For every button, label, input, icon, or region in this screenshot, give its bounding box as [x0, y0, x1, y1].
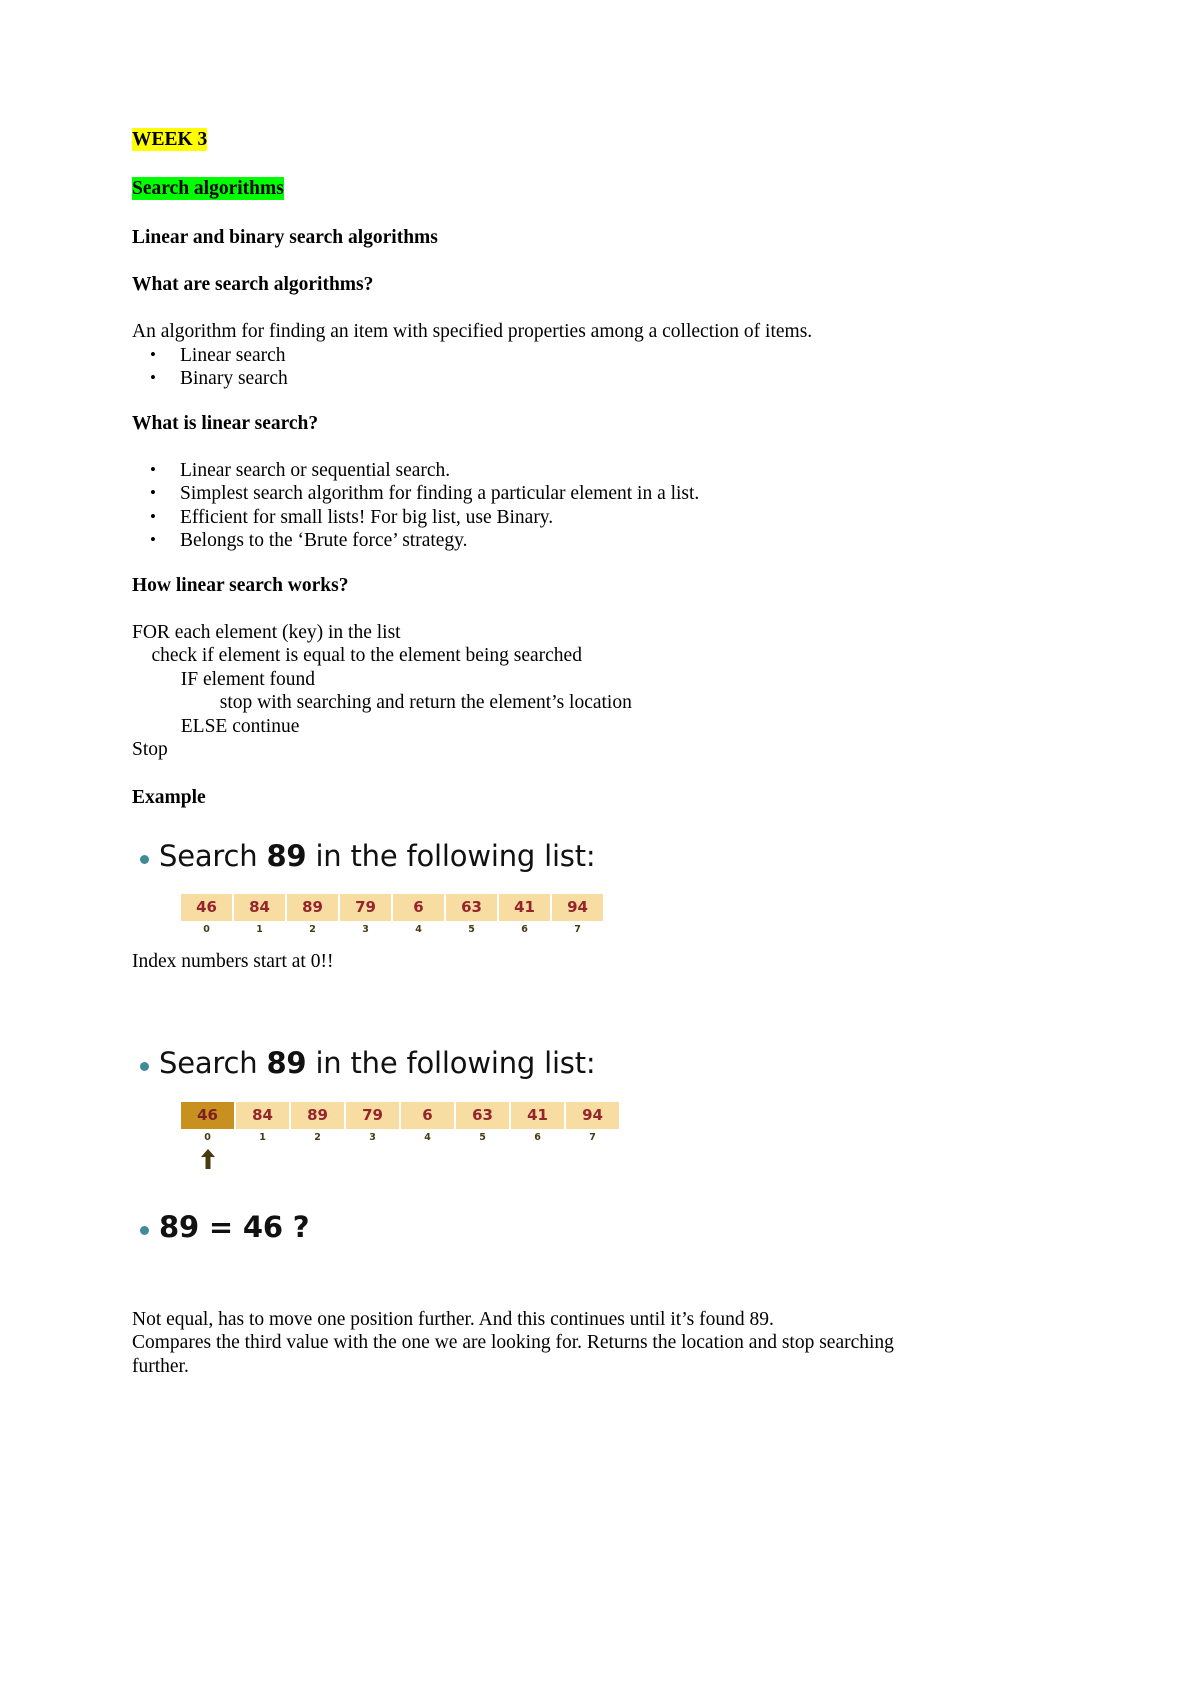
array-pointer-row-2 [181, 1146, 944, 1172]
list-item: Belongs to the ‘Brute force’ strategy. [132, 528, 944, 553]
list-item: Efficient for small lists! For big list,… [132, 505, 944, 530]
array-cell: 84 [234, 894, 285, 922]
array-index-label: 5 [479, 1131, 486, 1143]
bullet-label: Linear search or sequential search. [180, 459, 451, 481]
bullet-label: Binary search [180, 368, 288, 389]
array-cell: 63 [446, 894, 497, 922]
slide-3-comparison: 89 = 46 ? [132, 1209, 944, 1244]
array-index-label: 2 [309, 924, 316, 936]
document-body: WEEK 3 Search algorithms Linear and bina… [132, 128, 944, 1378]
array-index-label: 3 [362, 924, 369, 936]
list-item: Linear search or sequential search. [132, 458, 944, 483]
index-note: Index numbers start at 0!! [132, 951, 334, 973]
example-heading-line: Example [132, 786, 944, 809]
array-cell: 6 [393, 894, 444, 922]
list-item: Binary search [132, 366, 944, 391]
array-index-row-1: 0 1 2 3 4 5 6 7 [181, 921, 944, 938]
slide-1-title-suffix: in the following list: [306, 838, 596, 873]
linear-search-bullet-list: Linear search or sequential search. Simp… [132, 458, 944, 553]
slide-2-title-suffix: in the following list: [306, 1045, 596, 1080]
topic-heading: Search algorithms [132, 177, 284, 200]
array-visualization-1: 46 84 89 79 6 63 41 94 01234567 [181, 894, 944, 938]
list-item: Simplest search algorithm for finding a … [132, 481, 944, 506]
array-cell: 84 [236, 1101, 289, 1129]
slide-2-title-key: 89 [266, 1045, 307, 1080]
array-cell: 89 [287, 894, 338, 922]
question-3: How linear search works? [132, 574, 349, 596]
slide-2-title-prefix: Search [159, 1045, 267, 1080]
slide-image-1: Search 89 in the following list: 46 84 89 7… [132, 838, 944, 939]
slide-2-title: Search 89 in the following list: [132, 1045, 944, 1080]
question-1: What are search algorithms? [132, 274, 374, 295]
slide-image-2: Search 89 in the following list: 46 84 89 7… [132, 1045, 944, 1172]
slide-bullet-icon [140, 1061, 149, 1071]
bullet-label: Linear search [180, 344, 286, 366]
topic-heading-line: Search algorithms [132, 177, 944, 200]
slide-1-title-prefix: Search [159, 838, 267, 873]
subtitle-line: Linear and binary search algorithms [132, 226, 944, 249]
array-cell: 41 [511, 1101, 564, 1129]
slide-bullet-icon [140, 854, 149, 864]
list-item: Linear search [132, 343, 944, 368]
bullet-label: Efficient for small lists! For big list,… [180, 506, 554, 528]
array-cell: 94 [566, 1101, 619, 1129]
array-cells-row-2: 46 84 89 79 6 63 41 94 [181, 1101, 944, 1129]
subtitle: Linear and binary search algorithms [132, 227, 438, 248]
array-cell: 6 [401, 1101, 454, 1129]
question-2: What is linear search? [132, 412, 319, 434]
array-index-label: 2 [314, 1131, 321, 1143]
slide-bullet-icon [140, 1225, 149, 1235]
comparison-text: 89 = 46 ? [159, 1209, 310, 1244]
array-cell: 41 [499, 894, 550, 922]
week-heading: WEEK 3 [132, 128, 208, 151]
slide-1-title-key: 89 [266, 838, 307, 873]
array-index-label: 6 [534, 1131, 541, 1143]
week-heading-line: WEEK 3 [132, 128, 944, 151]
array-index-label: 0 [203, 924, 210, 936]
array-index-label: 7 [574, 924, 581, 936]
array-index-label: 1 [256, 924, 263, 936]
array-index-label: 7 [589, 1131, 596, 1143]
example-heading: Example [132, 786, 206, 808]
array-cell: 89 [291, 1101, 344, 1129]
slide-image-3: 89 = 46 ? [132, 1209, 944, 1244]
array-index-row-2: 0 1 2 3 4 5 6 7 [181, 1129, 944, 1146]
definition-text: An algorithm for finding an item with sp… [132, 321, 813, 342]
array-cells-row-1: 46 84 89 79 6 63 41 94 [181, 894, 944, 922]
array-cell: 46 [181, 1101, 234, 1129]
array-index-label: 4 [424, 1131, 431, 1143]
conclusion-line-2: Compares the third value with the one we… [132, 1332, 894, 1377]
question-2-line: What is linear search? [132, 412, 944, 435]
array-index-label: 5 [468, 924, 475, 936]
up-arrow-icon [200, 1148, 215, 1169]
bullet-label: Belongs to the ‘Brute force’ strategy. [180, 530, 468, 551]
array-cell: 46 [181, 894, 232, 922]
array-visualization-2: 46 84 89 79 6 63 41 94 01234567 [181, 1101, 944, 1172]
definition-bullet-list: Linear search Binary search [132, 343, 944, 391]
array-index-label: 3 [369, 1131, 376, 1143]
array-index-label: 0 [204, 1131, 211, 1143]
array-index-label: 4 [415, 924, 422, 936]
array-cell: 79 [340, 894, 391, 922]
array-cell: 63 [456, 1101, 509, 1129]
slide-1-title: Search 89 in the following list: [132, 838, 944, 873]
array-index-label: 6 [521, 924, 528, 936]
array-cell: 79 [346, 1101, 399, 1129]
question-1-line: What are search algorithms? [132, 273, 944, 296]
array-index-label: 1 [259, 1131, 266, 1143]
bullet-label: Simplest search algorithm for finding a … [180, 483, 700, 504]
array-cell: 94 [552, 894, 603, 922]
pseudocode-block: FOR each element (key) in the list check… [132, 621, 632, 761]
document-page: WEEK 3 Search algorithms Linear and bina… [0, 0, 1200, 1697]
conclusion-line-1: Not equal, has to move one position furt… [132, 1308, 774, 1330]
question-3-line: How linear search works? [132, 574, 944, 597]
